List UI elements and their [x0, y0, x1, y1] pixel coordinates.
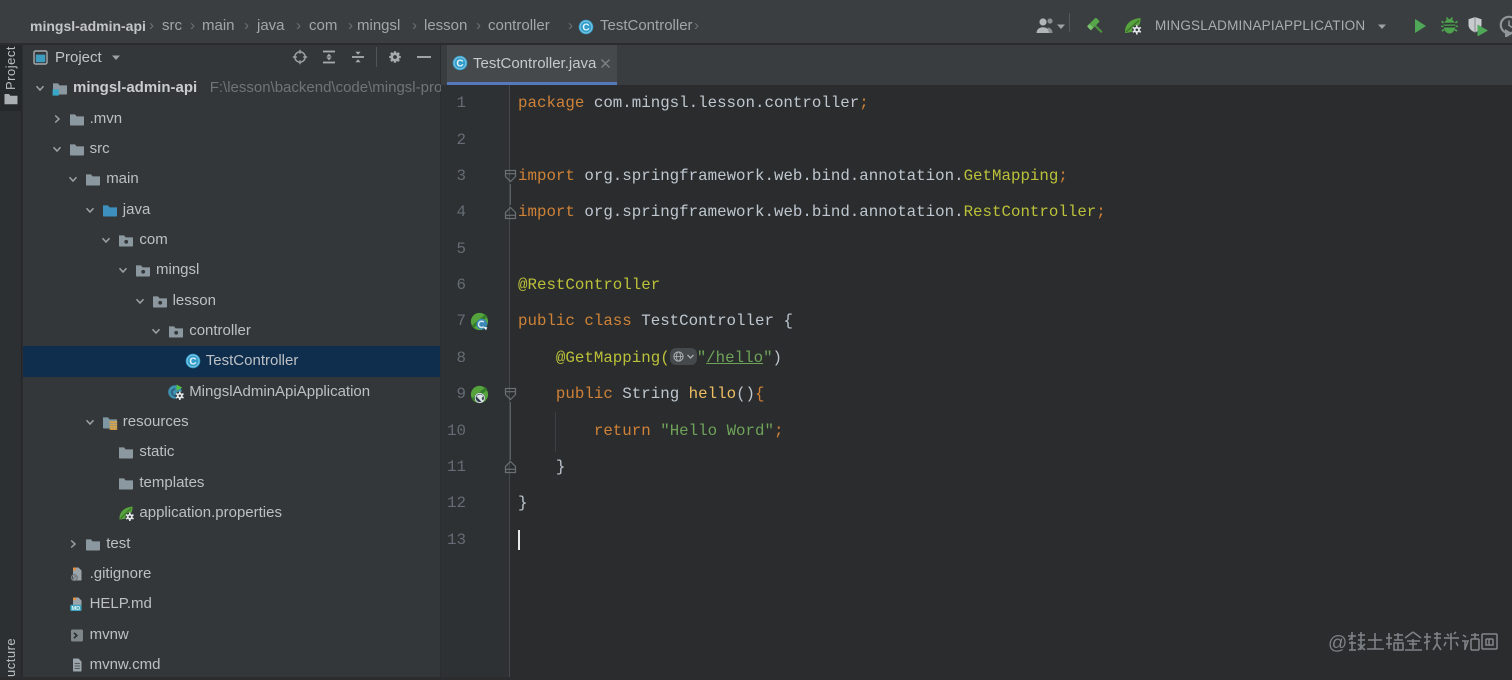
svg-text:C: C — [456, 59, 463, 70]
svg-text:C: C — [189, 357, 196, 368]
svg-text:MD: MD — [71, 606, 80, 612]
svg-text:C: C — [582, 23, 589, 34]
